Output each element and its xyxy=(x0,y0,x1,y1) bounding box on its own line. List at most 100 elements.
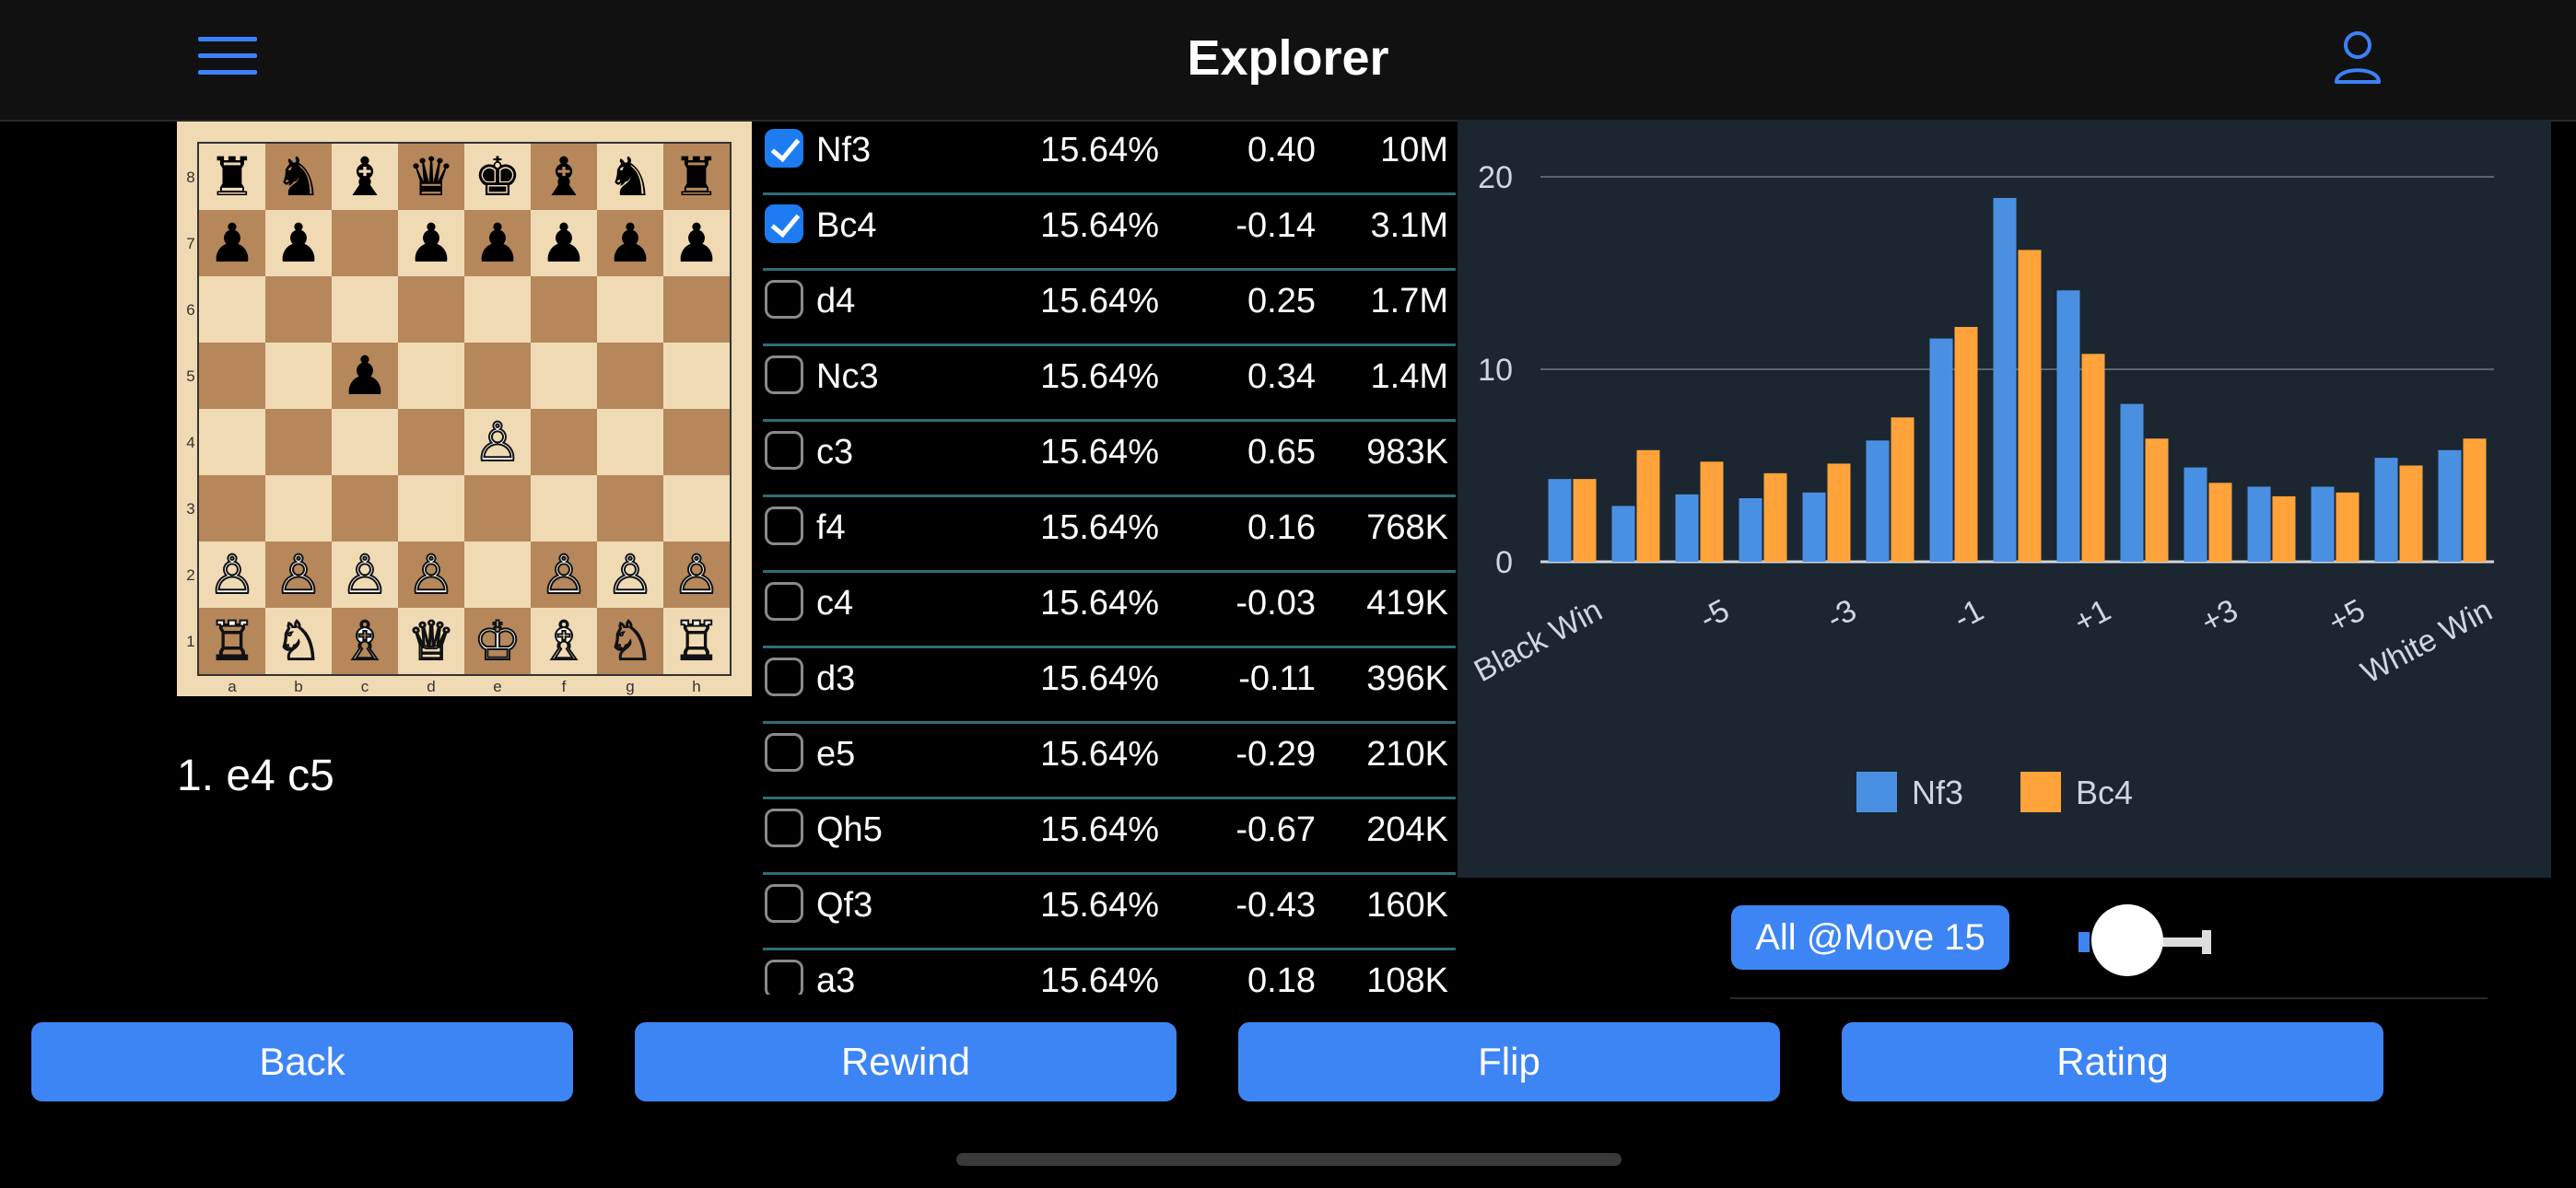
board-square-c7[interactable] xyxy=(332,210,398,276)
chess-piece[interactable]: ♘ xyxy=(605,613,655,669)
chess-piece[interactable]: ♙ xyxy=(274,547,323,602)
board-square-f1[interactable]: ♗ xyxy=(531,608,597,674)
move-checkbox[interactable] xyxy=(765,507,803,545)
move-row[interactable]: Nc3 15.64% 0.34 1.4M xyxy=(763,346,1456,422)
board-square-c4[interactable] xyxy=(332,409,398,475)
chess-piece[interactable]: ♖ xyxy=(207,613,257,669)
chess-piece[interactable]: ♗ xyxy=(340,613,390,669)
chess-piece[interactable]: ♟ xyxy=(341,349,389,402)
board-square-e2[interactable] xyxy=(464,542,531,608)
board-square-h8[interactable]: ♜ xyxy=(663,144,730,210)
board-square-e5[interactable] xyxy=(464,343,531,409)
board-square-d8[interactable]: ♛ xyxy=(398,144,464,210)
move-row[interactable]: Qh5 15.64% -0.67 204K xyxy=(763,799,1456,875)
chess-piece[interactable]: ♟ xyxy=(407,216,455,270)
board-square-b5[interactable] xyxy=(265,343,332,409)
chess-piece[interactable]: ♛ xyxy=(407,150,455,204)
board-square-c1[interactable]: ♗ xyxy=(332,608,398,674)
board-square-d2[interactable]: ♙ xyxy=(398,542,464,608)
board-square-a4[interactable] xyxy=(199,409,265,475)
board-square-b8[interactable]: ♞ xyxy=(265,144,332,210)
move-row[interactable]: Qf3 15.64% -0.43 160K xyxy=(763,875,1456,950)
board-square-h1[interactable]: ♖ xyxy=(663,608,730,674)
board-square-h6[interactable] xyxy=(663,276,730,343)
chess-piece[interactable]: ♟ xyxy=(673,216,720,270)
board-square-b3[interactable] xyxy=(265,475,332,542)
rating-button[interactable]: Rating xyxy=(1842,1022,2383,1101)
chess-piece[interactable]: ♙ xyxy=(672,547,721,602)
board-square-h5[interactable] xyxy=(663,343,730,409)
board-square-b7[interactable]: ♟ xyxy=(265,210,332,276)
move-checkbox[interactable] xyxy=(765,960,803,995)
move-row[interactable]: f4 15.64% 0.16 768K xyxy=(763,497,1456,573)
board-square-h2[interactable]: ♙ xyxy=(663,542,730,608)
board-square-g8[interactable]: ♞ xyxy=(597,144,663,210)
chess-piece[interactable]: ♟ xyxy=(208,216,256,270)
board-square-g7[interactable]: ♟ xyxy=(597,210,663,276)
chess-piece[interactable]: ♙ xyxy=(605,547,655,602)
board-square-d5[interactable] xyxy=(398,343,464,409)
chess-piece[interactable]: ♟ xyxy=(606,216,654,270)
move-row[interactable]: d3 15.64% -0.11 396K xyxy=(763,648,1456,724)
chess-piece[interactable]: ♗ xyxy=(539,613,589,669)
move-checkbox[interactable] xyxy=(765,658,803,696)
rewind-button[interactable]: Rewind xyxy=(635,1022,1177,1101)
chess-piece[interactable]: ♙ xyxy=(473,414,522,470)
board-square-a8[interactable]: ♜ xyxy=(199,144,265,210)
move-row[interactable]: Nf3 15.64% 0.40 10M xyxy=(763,120,1456,195)
board-square-g3[interactable] xyxy=(597,475,663,542)
user-profile-icon[interactable] xyxy=(2333,29,2383,85)
move-checkbox[interactable] xyxy=(765,280,803,319)
board-square-c5[interactable]: ♟ xyxy=(332,343,398,409)
board-square-d1[interactable]: ♕ xyxy=(398,608,464,674)
move-row[interactable]: Bc4 15.64% -0.14 3.1M xyxy=(763,195,1456,271)
board-square-b2[interactable]: ♙ xyxy=(265,542,332,608)
chess-piece[interactable]: ♟ xyxy=(474,216,521,270)
board-square-e6[interactable] xyxy=(464,276,531,343)
chess-piece[interactable]: ♜ xyxy=(673,150,720,204)
board-square-e4[interactable]: ♙ xyxy=(464,409,531,475)
board-square-d6[interactable] xyxy=(398,276,464,343)
board-square-b1[interactable]: ♘ xyxy=(265,608,332,674)
chess-piece[interactable]: ♚ xyxy=(474,150,521,204)
board-square-e7[interactable]: ♟ xyxy=(464,210,531,276)
board-square-g1[interactable]: ♘ xyxy=(597,608,663,674)
move-row[interactable]: e5 15.64% -0.29 210K xyxy=(763,724,1456,799)
board-square-h7[interactable]: ♟ xyxy=(663,210,730,276)
board-square-h3[interactable] xyxy=(663,475,730,542)
board-square-b4[interactable] xyxy=(265,409,332,475)
board-square-g2[interactable]: ♙ xyxy=(597,542,663,608)
board-square-a3[interactable] xyxy=(199,475,265,542)
chess-piece[interactable]: ♙ xyxy=(406,547,456,602)
board-square-g6[interactable] xyxy=(597,276,663,343)
board-square-c8[interactable]: ♝ xyxy=(332,144,398,210)
board-square-a1[interactable]: ♖ xyxy=(199,608,265,674)
move-checkbox[interactable] xyxy=(765,355,803,394)
move-checkbox[interactable] xyxy=(765,809,803,847)
move-filter-button[interactable]: All @Move 15 xyxy=(1731,905,2009,970)
move-checkbox[interactable] xyxy=(765,129,803,168)
chess-piece[interactable]: ♞ xyxy=(275,150,322,204)
move-row[interactable]: a3 15.64% 0.18 108K xyxy=(763,950,1456,995)
board-square-g4[interactable] xyxy=(597,409,663,475)
chess-piece[interactable]: ♔ xyxy=(473,613,522,669)
board-square-f6[interactable] xyxy=(531,276,597,343)
move-checkbox[interactable] xyxy=(765,582,803,621)
chess-board[interactable]: ♜ ♞ ♝ ♛ ♚ ♝ ♞ ♜ ♟ ♟ ♟ ♟ ♟ ♟ ♟ ♟ ♙ ♙ ♙ ♙ ♙ ♙ ♙ ♙ ♖ ♘ ♗ ♕ ♔ ♗ ♘ ♖ xyxy=(197,142,732,676)
board-square-f2[interactable]: ♙ xyxy=(531,542,597,608)
move-checkbox[interactable] xyxy=(765,733,803,772)
board-square-f8[interactable]: ♝ xyxy=(531,144,597,210)
move-row[interactable]: d4 15.64% 0.25 1.7M xyxy=(763,271,1456,346)
chess-piece[interactable]: ♙ xyxy=(539,547,589,602)
chess-piece[interactable]: ♘ xyxy=(274,613,323,669)
move-checkbox[interactable] xyxy=(765,204,803,243)
board-square-c6[interactable] xyxy=(332,276,398,343)
chess-piece[interactable]: ♟ xyxy=(275,216,322,270)
chess-piece[interactable]: ♞ xyxy=(606,150,654,204)
board-square-a5[interactable] xyxy=(199,343,265,409)
board-square-a2[interactable]: ♙ xyxy=(199,542,265,608)
chess-piece[interactable]: ♖ xyxy=(672,613,721,669)
board-square-f3[interactable] xyxy=(531,475,597,542)
chess-piece[interactable]: ♝ xyxy=(341,150,389,204)
board-square-g5[interactable] xyxy=(597,343,663,409)
